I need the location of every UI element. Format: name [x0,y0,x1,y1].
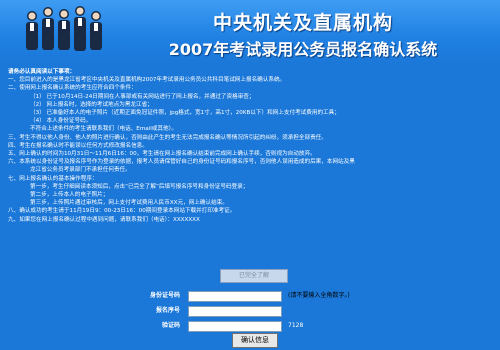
confirm-info-button[interactable]: 确认信息 [232,333,278,348]
serial-number-input[interactable] [188,306,282,317]
notice-line: 龙江省公务员考录部门不承担任何责任。 [30,167,131,174]
notice-line: 七、网上报名确认的基本操作程序： [8,175,98,182]
serial-number-label: 报名序号 [155,307,180,314]
notice-line: 五、网上确认的时间为10月31日～11月6日16：00，考生请在网上报名确认结束… [8,151,316,158]
notice-line: 四、考生在报名确认时不能误以任何方式修改报名信息。 [8,142,148,149]
notice-line: 九、如果您在网上报名确认过程中遇到问题，请联系我们（电话）：XXXXXXX [8,216,200,223]
notice-line: 二、使用网上报名确认系统的考生应符合四个条件： [8,85,137,92]
notice-line: （1） 已于10月14日-24日期间在人事部或有关网站进行了网上报名，并通过了资… [30,93,255,100]
notice-line: 第一步，考生仔细阅读本须知后，点击“已完全了解”后填写报名序号和身份证号码登录； [30,183,249,190]
notice-line: （4） 本人身份证号码， [30,118,92,125]
notice-line: 六、本系统以身份证号及报名序号作为登录的依据，报考人员请保管好自己的身份证号码和… [8,159,355,166]
system-title: 2007年考试录用公务员报名确认系统 [168,40,438,59]
notice-heading: 请务必认真阅读以下事项： [8,69,76,75]
captcha-code: 7128 [288,322,304,329]
id-number-hint: (请不要输入全角数字。) [288,292,350,299]
notice-line: 第二步，上传本人的电子照片； [30,192,109,199]
id-number-label: 身份证号码 [149,292,180,299]
notice-section: 请务必认真阅读以下事项： 一、您目前进入的是黑龙江省考区中央机关及直属机构200… [8,68,492,224]
people-group-icon [26,6,102,51]
notice-line: （2） 网上报名时，选择的考试地点为黑龙江省； [30,101,153,108]
site-title: 中央机关及直属机构 [212,12,393,34]
notice-line: 一、您目前进入的是黑龙江省考区中央机关及直属机构2007年考试录用公务员公共科目… [8,77,286,84]
notice-line: （3） 已准备好本人的电子照片（近期正面免冠证件照，jpg格式，宽1寸，高1寸，… [30,110,340,117]
notice-line: 第三步，上传照片通过审核后，网上支付考试费用人民币XX元，网上确认结束。 [30,200,228,207]
notice-line: 八、确认成功的考生请于11月19日9：00-23日16：00期间登录本网站下载并… [8,208,236,215]
notice-line: 三、考生不得以他人身份、他人的照片进行确认，否则由此产生的考生无法完成报名确认等… [8,134,327,141]
captcha-input[interactable] [188,321,282,332]
captcha-label: 验证码 [161,322,180,329]
id-number-input[interactable] [188,291,282,302]
fully-understood-button[interactable]: 已完全了解 [220,269,288,283]
header-banner: 中央机关及直属机构 2007年考试录用公务员报名确认系统 [0,0,500,64]
notice-line: 不符合上述条件的考生请联系我们（电话、Email或其他）。 [30,126,177,133]
